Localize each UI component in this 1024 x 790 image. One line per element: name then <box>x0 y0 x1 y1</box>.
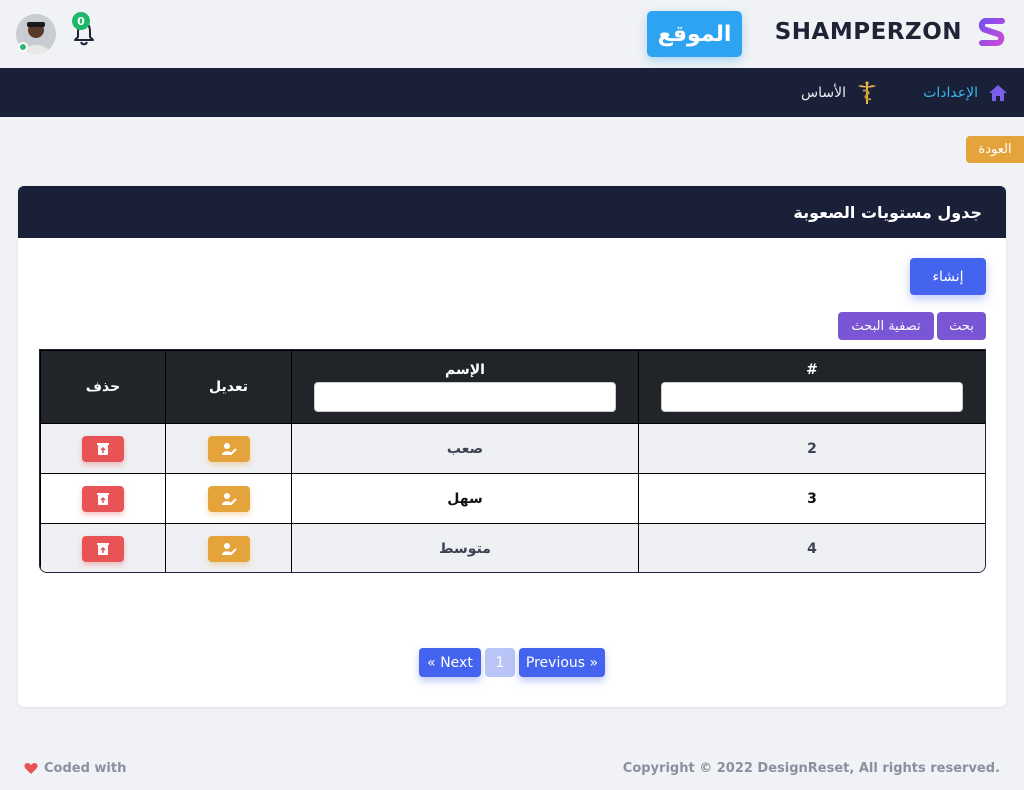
card-title: جدول مستويات الصعوبة <box>18 186 1006 238</box>
name-filter-input[interactable] <box>314 382 616 412</box>
id-filter-input[interactable] <box>661 382 963 412</box>
delete-cell <box>40 523 166 572</box>
top-bar: SHAMPERZON الموقع 0 <box>0 0 1024 68</box>
caduceus-icon <box>858 80 876 104</box>
column-header-id: # <box>638 350 985 424</box>
home-icon <box>989 84 1007 101</box>
edit-button[interactable] <box>207 435 250 462</box>
online-status-dot <box>18 42 28 52</box>
table-row: سهل 3 <box>40 473 985 524</box>
brand-name: SHAMPERZON <box>774 19 962 45</box>
delete-button[interactable] <box>82 485 124 512</box>
brand-logo-icon <box>978 18 1005 46</box>
row-name: صعب <box>291 423 639 474</box>
heart-icon <box>24 763 38 774</box>
column-header-delete: حذف <box>40 350 166 424</box>
trash-icon <box>97 492 109 505</box>
edit-cell <box>165 423 292 474</box>
notification-badge: 0 <box>72 12 90 30</box>
row-id: 2 <box>638 423 985 474</box>
coded-with-text: Coded with <box>44 761 127 776</box>
table-row: متوسط 4 <box>40 523 985 572</box>
nav-item-settings[interactable]: الإعدادات <box>923 68 1008 117</box>
trash-icon <box>97 442 109 455</box>
pagination-next-button[interactable]: « Next <box>419 648 481 677</box>
difficulty-table: حذف تعديل الإسم # صعب 2 سهل 3 متوسط 4 <box>39 349 986 573</box>
brand[interactable]: SHAMPERZON <box>775 16 1008 48</box>
delete-cell <box>40 473 166 524</box>
user-edit-icon <box>221 442 237 455</box>
table-row: صعب 2 <box>40 423 985 474</box>
filter-search-button[interactable]: تصفية البحث <box>838 312 934 340</box>
nav-item-base[interactable]: الأساس <box>801 68 878 117</box>
column-header-id-label: # <box>806 362 818 378</box>
site-button[interactable]: الموقع <box>647 11 742 57</box>
edit-button[interactable] <box>207 485 250 512</box>
back-button[interactable]: العودة <box>966 136 1024 163</box>
nav-bar: الإعدادات الأساس <box>0 68 1024 117</box>
nav-item-settings-label: الإعدادات <box>923 84 978 101</box>
column-header-name: الإسم <box>291 350 639 424</box>
nav-item-base-label: الأساس <box>801 84 846 101</box>
row-name: متوسط <box>291 523 639 572</box>
row-id: 4 <box>638 523 985 572</box>
delete-cell <box>40 423 166 474</box>
difficulty-levels-card: جدول مستويات الصعوبة إنشاء بحث تصفية الب… <box>18 186 1006 707</box>
user-edit-icon <box>221 542 237 555</box>
footer-coded-with: Coded with <box>24 761 126 776</box>
create-button[interactable]: إنشاء <box>910 258 986 295</box>
edit-cell <box>165 523 292 572</box>
trash-icon <box>97 542 109 555</box>
column-header-name-label: الإسم <box>445 362 485 378</box>
edit-button[interactable] <box>207 535 250 562</box>
user-edit-icon <box>221 492 237 505</box>
edit-cell <box>165 473 292 524</box>
search-button[interactable]: بحث <box>937 312 986 340</box>
pagination-previous-button[interactable]: Previous » <box>519 648 605 677</box>
row-name: سهل <box>291 473 639 524</box>
delete-button[interactable] <box>82 535 124 562</box>
pagination-page-1[interactable]: 1 <box>485 648 515 677</box>
column-header-edit: تعديل <box>165 350 292 424</box>
pagination: « Next 1 Previous » <box>419 648 605 677</box>
delete-button[interactable] <box>82 435 124 462</box>
column-header-edit-label: تعديل <box>209 379 248 395</box>
row-id: 3 <box>638 473 985 524</box>
column-header-delete-label: حذف <box>85 379 121 395</box>
footer-copyright: Copyright © 2022 DesignReset, All rights… <box>622 761 1000 776</box>
